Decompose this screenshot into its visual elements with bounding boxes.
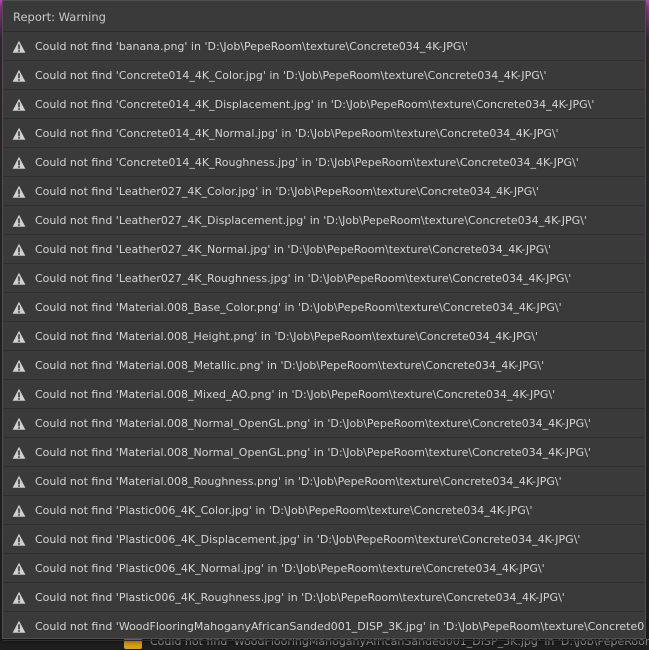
warning-message: Could not find 'Material.008_Metallic.pn… — [35, 358, 545, 372]
warning-icon — [12, 213, 26, 227]
warning-row[interactable]: Could not find 'banana.png' in 'D:\Job\P… — [3, 32, 645, 61]
warning-message: Could not find 'Material.008_Height.png'… — [35, 329, 538, 343]
warning-row[interactable]: Could not find 'Material.008_Normal_Open… — [3, 409, 645, 438]
warning-icon — [12, 474, 26, 488]
warning-row[interactable]: Could not find 'Material.008_Roughness.p… — [3, 467, 645, 496]
warning-icon — [12, 619, 26, 633]
warning-row[interactable]: Could not find 'Concrete014_4K_Displacem… — [3, 90, 645, 119]
warning-message: Could not find 'Plastic006_4K_Displaceme… — [35, 532, 581, 546]
warning-message: Could not find 'Leather027_4K_Displaceme… — [35, 213, 587, 227]
warning-message: Could not find 'banana.png' in 'D:\Job\P… — [35, 39, 469, 53]
warning-row[interactable]: Could not find 'Material.008_Base_Color.… — [3, 293, 645, 322]
warning-row[interactable]: Could not find 'Plastic006_4K_Roughness.… — [3, 583, 645, 612]
warning-icon — [12, 329, 26, 343]
warning-row[interactable]: Could not find 'Concrete014_4K_Roughness… — [3, 148, 645, 177]
warning-row[interactable]: Could not find 'Plastic006_4K_Color.jpg'… — [3, 496, 645, 525]
warning-row[interactable]: Could not find 'Plastic006_4K_Normal.jpg… — [3, 554, 645, 583]
warning-message: Could not find 'Concrete014_4K_Color.jpg… — [35, 68, 547, 82]
popup-title: Report: Warning — [3, 1, 645, 32]
warning-message: Could not find 'Plastic006_4K_Normal.jpg… — [35, 561, 545, 575]
warning-message: Could not find 'Material.008_Normal_Open… — [35, 416, 591, 430]
warning-message: Could not find 'Material.008_Base_Color.… — [35, 300, 562, 314]
warning-list: Could not find 'banana.png' in 'D:\Job\P… — [3, 32, 645, 641]
warning-icon — [12, 39, 26, 53]
warning-row[interactable]: Could not find 'WoodFlooringMahoganyAfri… — [3, 612, 645, 641]
warning-message: Could not find 'Concrete014_4K_Roughness… — [35, 155, 579, 169]
warning-message: Could not find 'Plastic006_4K_Color.jpg'… — [35, 503, 533, 517]
report-warning-popup[interactable]: Report: Warning Could not find 'banana.p… — [2, 0, 646, 641]
warning-message: Could not find 'Concrete014_4K_Displacem… — [35, 97, 595, 111]
warning-icon — [12, 561, 26, 575]
warning-icon — [12, 590, 26, 604]
warning-icon — [12, 503, 26, 517]
warning-icon — [12, 300, 26, 314]
warning-icon — [12, 445, 26, 459]
warning-row[interactable]: Could not find 'Leather027_4K_Roughness.… — [3, 264, 645, 293]
warning-row[interactable]: Could not find 'Material.008_Mixed_AO.pn… — [3, 380, 645, 409]
warning-icon — [12, 416, 26, 430]
warning-message: Could not find 'Plastic006_4K_Roughness.… — [35, 590, 565, 604]
warning-icon — [12, 532, 26, 546]
warning-message: Could not find 'Concrete014_4K_Normal.jp… — [35, 126, 559, 140]
warning-message: Could not find 'Leather027_4K_Normal.jpg… — [35, 242, 552, 256]
warning-icon — [12, 126, 26, 140]
warning-message: Could not find 'WoodFlooringMahoganyAfri… — [35, 619, 645, 633]
warning-message: Could not find 'Material.008_Mixed_AO.pn… — [35, 387, 556, 401]
warning-row[interactable]: Could not find 'Leather027_4K_Displaceme… — [3, 206, 645, 235]
warning-row[interactable]: Could not find 'Concrete014_4K_Normal.jp… — [3, 119, 645, 148]
warning-row[interactable]: Could not find 'Leather027_4K_Normal.jpg… — [3, 235, 645, 264]
warning-row[interactable]: Could not find 'Material.008_Metallic.pn… — [3, 351, 645, 380]
warning-message: Could not find 'Material.008_Normal_Open… — [35, 445, 591, 459]
warning-row[interactable]: Could not find 'Leather027_4K_Color.jpg'… — [3, 177, 645, 206]
warning-message: Could not find 'Leather027_4K_Roughness.… — [35, 271, 572, 285]
warning-icon — [12, 155, 26, 169]
warning-row[interactable]: Could not find 'Concrete014_4K_Color.jpg… — [3, 61, 645, 90]
warning-message: Could not find 'Material.008_Roughness.p… — [35, 474, 562, 488]
warning-icon — [12, 97, 26, 111]
warning-icon — [12, 358, 26, 372]
warning-icon — [12, 387, 26, 401]
warning-row[interactable]: Could not find 'Material.008_Height.png'… — [3, 322, 645, 351]
warning-row[interactable]: Could not find 'Material.008_Normal_Open… — [3, 438, 645, 467]
warning-message: Could not find 'Leather027_4K_Color.jpg'… — [35, 184, 539, 198]
warning-icon — [12, 242, 26, 256]
warning-icon — [12, 68, 26, 82]
warning-row[interactable]: Could not find 'Plastic006_4K_Displaceme… — [3, 525, 645, 554]
warning-icon — [12, 184, 26, 198]
warning-icon — [12, 271, 26, 285]
